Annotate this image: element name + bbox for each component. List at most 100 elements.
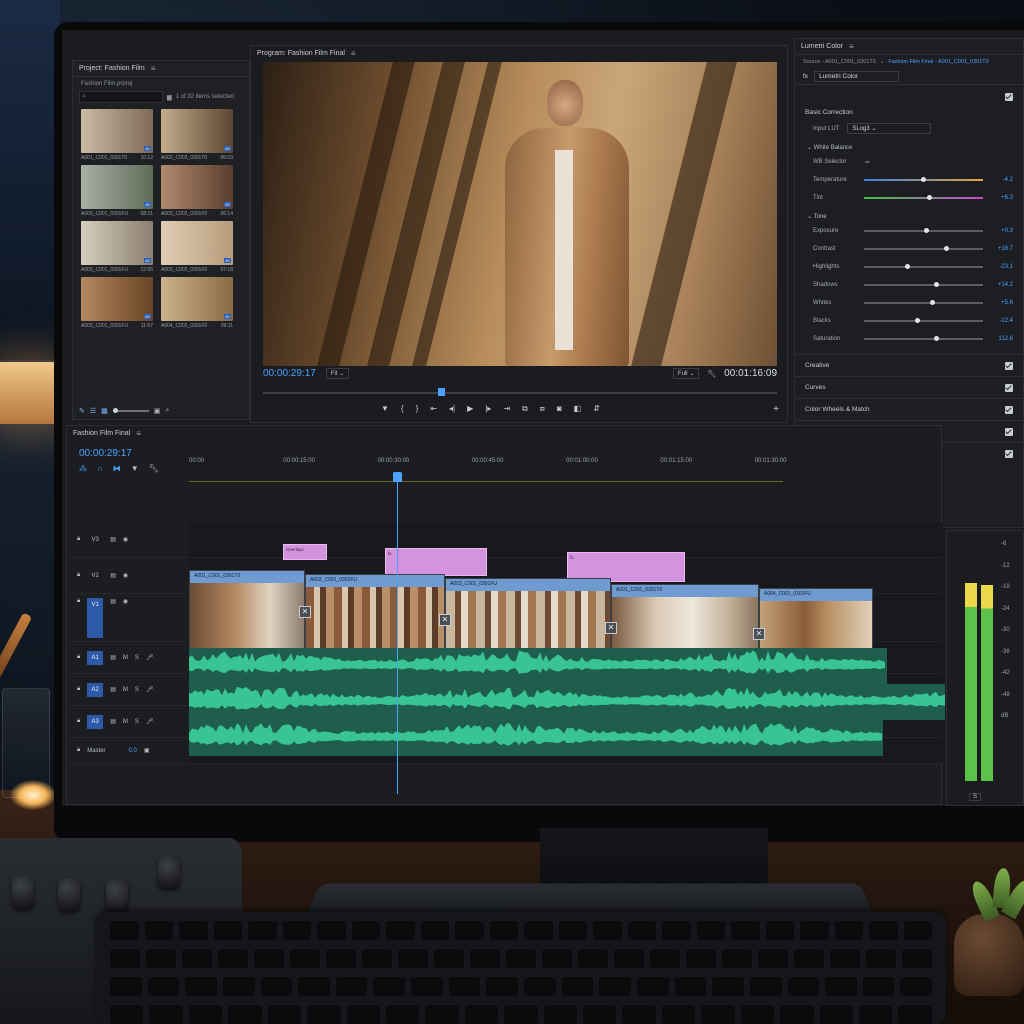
title-clip[interactable]: Overlays (283, 544, 327, 560)
snap-icon[interactable]: ∩ (97, 464, 103, 473)
audio-clip-a2[interactable] (189, 684, 945, 720)
param-slider[interactable] (863, 227, 984, 233)
param-slider[interactable] (863, 335, 984, 341)
section-enable-checkbox[interactable] (1005, 427, 1013, 436)
solo-button[interactable]: S (135, 687, 139, 693)
section-enable-checkbox[interactable] (1005, 383, 1013, 392)
fit-dropdown[interactable]: Fit ⌄ (325, 368, 350, 379)
param-slider[interactable] (863, 299, 984, 305)
section-enable-checkbox[interactable] (1005, 361, 1013, 370)
transition-icon[interactable]: ✕ (439, 614, 451, 626)
effect-selector[interactable]: Lumetri Color (814, 71, 900, 82)
lumetri-title[interactable]: Lumetri Color ≡ (795, 39, 1023, 55)
eyedropper-icon[interactable]: ✑ (865, 159, 870, 166)
video-clip[interactable]: A003_C001_0301FU (445, 578, 611, 658)
compare-icon[interactable]: ◧ (574, 404, 582, 414)
microphone-icon[interactable]: 🎤︎ (146, 718, 154, 725)
param-slider[interactable] (863, 263, 984, 269)
microphone-icon[interactable]: 🎤︎ (146, 686, 154, 693)
icon-view-icon[interactable]: ▦ (101, 407, 108, 415)
slider-handle[interactable] (929, 299, 935, 305)
thumbnail-size-slider[interactable] (112, 408, 149, 413)
sync-lock-icon[interactable]: ▤ (110, 686, 116, 693)
white-balance-header[interactable]: ⌄ White Balance (805, 138, 1013, 153)
param-slider[interactable] (863, 194, 984, 200)
project-panel-title[interactable]: Project: Fashion Film ≡ (73, 61, 249, 77)
time-ruler[interactable]: 00:00 00:00:15:00 00:00:30:00 00:00:45:00 00… (189, 458, 786, 478)
panel-menu-icon[interactable]: ≡ (849, 39, 854, 55)
audio-clip-a3[interactable] (189, 720, 883, 756)
param-slider[interactable] (863, 245, 984, 251)
sync-lock-icon[interactable]: ▤ (110, 718, 116, 725)
transition-icon[interactable]: ✕ (605, 622, 617, 634)
slider-handle[interactable] (944, 245, 950, 251)
lock-icon[interactable]: 🔒︎ (77, 718, 80, 725)
lock-icon[interactable]: 🔒︎ (77, 686, 80, 693)
project-clip-thumbnail[interactable]: 4K A003_C001_0301FU 12:55 (81, 221, 153, 273)
toggle-output-icon[interactable]: ▤ (110, 536, 116, 543)
mark-out-icon[interactable]: } (416, 404, 419, 414)
timeline-title[interactable]: Fashion Film Final ≡ (67, 426, 941, 442)
eye-icon[interactable]: ◉ (123, 536, 128, 543)
master-output-icon[interactable]: ▣ (144, 747, 150, 754)
control-knob[interactable] (58, 878, 80, 910)
panel-menu-icon[interactable]: ≡ (151, 61, 156, 77)
project-clip-thumbnail[interactable]: 4K A004_C002_0301F0 09:11 (161, 277, 233, 329)
slider-handle[interactable] (915, 317, 921, 323)
folder-icon[interactable]: ▆ (167, 94, 172, 101)
lock-icon[interactable]: 🔒︎ (77, 572, 80, 579)
mark-in-icon[interactable]: { (401, 404, 404, 414)
project-clip-thumbnail[interactable]: 4K A003_C001_0301FU 08:21 (81, 165, 153, 217)
input-lut-dropdown[interactable]: SLog3 ⌄ (847, 123, 932, 134)
tone-header[interactable]: ⌄ Tone (805, 207, 1013, 222)
project-clip-thumbnail[interactable]: 4K A003_C002_0301F0 06:14 (161, 165, 233, 217)
add-button-icon[interactable]: + (773, 404, 779, 415)
slider-handle[interactable] (921, 176, 927, 182)
mute-button[interactable]: M (123, 655, 128, 661)
param-value[interactable]: +18.7 (989, 246, 1013, 252)
section-enable-checkbox[interactable] (1005, 405, 1013, 414)
add-marker-icon[interactable]: ▼ (131, 464, 139, 473)
param-value[interactable]: +6.3 (989, 195, 1013, 201)
param-value[interactable]: +5.6 (989, 300, 1013, 306)
param-value[interactable]: +14.2 (989, 282, 1013, 288)
mute-button[interactable]: M (123, 719, 128, 725)
video-clip[interactable]: A001_C001_0301T0 (189, 570, 305, 650)
param-value[interactable]: +0.3 (989, 228, 1013, 234)
param-value[interactable]: -23.1 (989, 264, 1013, 270)
camera-icon[interactable]: ◙ (557, 404, 562, 414)
lock-icon[interactable]: 🔒︎ (77, 598, 80, 605)
program-title[interactable]: Program: Fashion Film Final ≡ (251, 46, 787, 62)
control-knob[interactable] (106, 880, 128, 912)
audio-clip-a1[interactable] (189, 648, 887, 684)
eye-icon[interactable]: ◉ (123, 572, 128, 579)
export-icon[interactable]: ⇵ (593, 404, 600, 414)
panel-menu-icon[interactable]: ≡ (351, 46, 356, 62)
timeline-playhead[interactable] (397, 474, 398, 794)
find-icon[interactable]: ⌕ (165, 407, 169, 415)
chevron-down-icon[interactable]: ⌄ (880, 59, 885, 65)
bin-icon[interactable]: ▣ (154, 407, 161, 415)
go-to-out-icon[interactable]: ⇥ (503, 404, 510, 414)
toggle-output-icon[interactable]: ▤ (110, 598, 116, 605)
lumetri-section-header[interactable]: Creative (795, 354, 1023, 376)
step-back-icon[interactable]: ◂| (449, 404, 455, 414)
lumetri-source[interactable]: Source - A001_C001_0301T0 (803, 59, 876, 65)
control-knob[interactable] (12, 876, 34, 908)
lumetri-section-header[interactable]: Color Wheels & Match (795, 398, 1023, 420)
step-forward-icon[interactable]: |▸ (485, 404, 491, 414)
slider-handle[interactable] (923, 227, 929, 233)
basic-correction-header[interactable]: Basic Correction (805, 103, 1013, 121)
meter-solo-button[interactable]: S (969, 793, 982, 801)
title-clip[interactable]: fx (385, 548, 487, 576)
toggle-output-icon[interactable]: ▤ (110, 572, 116, 579)
project-clip-thumbnail[interactable]: 4K A001_C001_0301T0 10:12 (81, 109, 153, 161)
lumetri-section-header[interactable]: Curves (795, 376, 1023, 398)
wrench-icon[interactable]: 🔧︎ (707, 370, 716, 378)
program-current-timecode[interactable]: 00:00:29:17 (263, 368, 316, 379)
play-icon[interactable]: ▶ (467, 404, 473, 414)
eye-icon[interactable]: ◉ (123, 598, 128, 605)
param-value[interactable]: -4.2 (989, 177, 1013, 183)
marker-icon[interactable]: ▼ (381, 404, 389, 414)
enable-checkbox[interactable] (1005, 93, 1013, 101)
